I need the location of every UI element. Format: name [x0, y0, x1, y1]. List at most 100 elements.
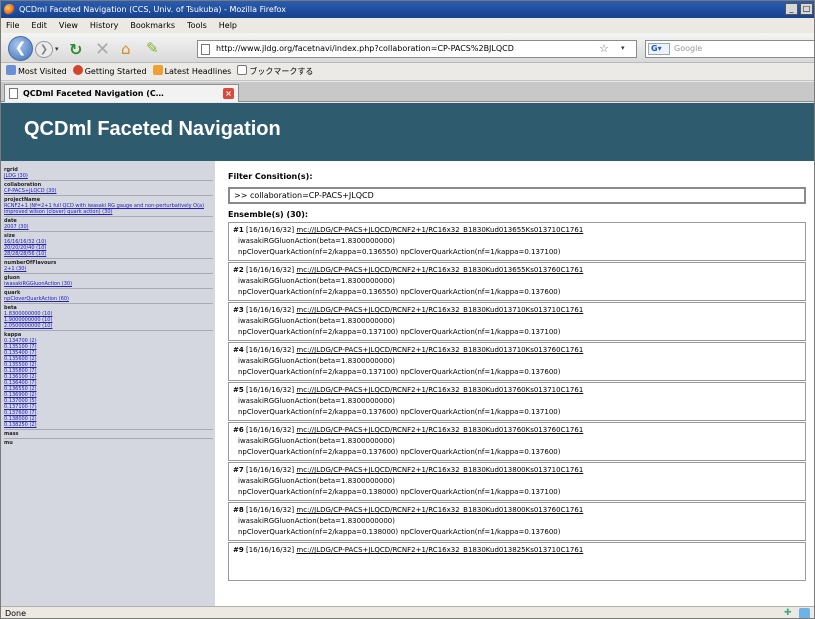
- bookmark-star-icon[interactable]: ☆: [599, 42, 609, 55]
- gluon-action: iwasakiRGGluonAction(beta=1.8300000000): [238, 237, 395, 245]
- ensemble-item: #6 [16/16/16/32] mc://JLDG/CP-PACS+JLQCD…: [228, 422, 806, 461]
- menu-file[interactable]: File: [6, 18, 19, 33]
- facet-name: mu: [4, 440, 13, 446]
- bookmark-most-visited[interactable]: Most Visited: [6, 63, 67, 80]
- ensemble-size: [16/16/16/32]: [245, 426, 295, 434]
- facet-value[interactable]: 28/28/28/56 (10): [4, 251, 213, 257]
- facet-date: date 2007 (30): [4, 218, 213, 230]
- most-visited-icon: [6, 65, 16, 75]
- bookmark-latest-headlines[interactable]: Latest Headlines: [152, 63, 231, 80]
- page-icon: [201, 44, 210, 55]
- page-content: QCDml Faceted Navigation rgrid JLDG (30) …: [1, 103, 814, 606]
- ensemble-item: #3 [16/16/16/32] mc://JLDG/CP-PACS+JLQCD…: [228, 302, 806, 341]
- quark-action: npCloverQuarkAction(nf=2/kappa=0.137100)…: [238, 328, 561, 336]
- results-panel: Filter Consition(s): >> collaboration=CP…: [225, 161, 814, 606]
- facet-value[interactable]: 2.0500000000 (10): [4, 323, 213, 329]
- ensemble-item: #4 [16/16/16/32] mc://JLDG/CP-PACS+JLQCD…: [228, 342, 806, 381]
- page-header: QCDml Faceted Navigation: [1, 103, 814, 161]
- bookmarks-toolbar: Most Visited Getting Started Latest Head…: [1, 63, 814, 81]
- search-box[interactable]: G▾ Google: [645, 40, 814, 58]
- home-icon[interactable]: ⌂: [121, 40, 131, 58]
- bookmark-this-page[interactable]: ブックマークする: [237, 63, 313, 80]
- ensemble-item: #8 [16/16/16/32] mc://JLDG/CP-PACS+JLQCD…: [228, 502, 806, 541]
- status-text: Done: [5, 609, 27, 618]
- ensemble-uri-link[interactable]: mc://JLDG/CP-PACS+JLQCD/RCNF2+1/RC16x32_…: [296, 306, 583, 314]
- ensemble-uri-link[interactable]: mc://JLDG/CP-PACS+JLQCD/RCNF2+1/RC16x32_…: [296, 466, 583, 474]
- gluon-action: iwasakiRGGluonAction(beta=1.8300000000): [238, 357, 395, 365]
- facet-value[interactable]: npCloverQuarkAction (60): [4, 296, 213, 302]
- facet-size: size 16/16/16/32 (10) 20/20/20/40 (10) 2…: [4, 233, 213, 257]
- gluon-action: iwasakiRGGluonAction(beta=1.8300000000): [238, 277, 395, 285]
- reload-icon[interactable]: ↻: [69, 40, 82, 59]
- navigation-toolbar: ❮ ❯ ▾ ↻ ✕ ⌂ ✎ http://www.jldg.org/facetn…: [1, 33, 814, 63]
- facet-value[interactable]: CP-PACS+JLQCD (30): [4, 188, 213, 194]
- addon-icon[interactable]: ✚: [784, 609, 794, 618]
- divider: [4, 273, 213, 274]
- menu-edit[interactable]: Edit: [31, 18, 47, 33]
- ensemble-number: #1: [233, 226, 244, 234]
- gluon-action: iwasakiRGGluonAction(beta=1.8300000000): [238, 517, 395, 525]
- ensemble-number: #9: [233, 546, 244, 554]
- facet-sidebar: rgrid JLDG (30) collaboration CP-PACS+JLQC…: [1, 161, 215, 606]
- search-placeholder: Google: [674, 44, 703, 53]
- menu-bookmarks[interactable]: Bookmarks: [130, 18, 175, 33]
- google-icon[interactable]: G▾: [648, 43, 670, 55]
- facet-beta: beta 1.8300000000 (10) 1.9000000000 (10)…: [4, 305, 213, 329]
- facet-value[interactable]: iwasakiRGGluonAction (30): [4, 281, 213, 287]
- url-bar[interactable]: http://www.jldg.org/facetnavi/index.php?…: [197, 40, 637, 58]
- browser-window: QCDml Faceted Navigation (CCS, Univ. of …: [0, 0, 815, 619]
- ensemble-uri-link[interactable]: mc://JLDG/CP-PACS+JLQCD/RCNF2+1/RC16x32_…: [296, 426, 583, 434]
- facet-collaboration: collaboration CP-PACS+JLQCD (30): [4, 182, 213, 194]
- window-controls: _ □: [785, 3, 813, 15]
- page-icon: [237, 65, 248, 75]
- divider: [4, 438, 213, 439]
- minimize-icon[interactable]: _: [785, 3, 798, 15]
- facet-value[interactable]: 0.138250 (2): [4, 422, 213, 428]
- history-dropdown-icon[interactable]: ▾: [55, 45, 59, 53]
- forward-button[interactable]: ❯: [35, 41, 53, 58]
- facet-name: mass: [4, 431, 19, 437]
- ensemble-number: #6: [233, 426, 244, 434]
- divider: [4, 330, 213, 331]
- ensemble-uri-link[interactable]: mc://JLDG/CP-PACS+JLQCD/RCNF2+1/RC16x32_…: [296, 386, 583, 394]
- filter-condition[interactable]: >> collaboration=CP-PACS+JLQCD: [228, 187, 806, 204]
- gluon-action: iwasakiRGGluonAction(beta=1.8300000000): [238, 317, 395, 325]
- ensemble-uri-link[interactable]: mc://JLDG/CP-PACS+JLQCD/RCNF2+1/RC16x32_…: [296, 226, 583, 234]
- ensemble-item: #5 [16/16/16/32] mc://JLDG/CP-PACS+JLQCD…: [228, 382, 806, 421]
- ensemble-size: [16/16/16/32]: [245, 346, 295, 354]
- maximize-icon[interactable]: □: [800, 3, 813, 15]
- tab-qcdml[interactable]: QCDml Faceted Navigation (C… ×: [4, 84, 239, 102]
- menu-view[interactable]: View: [59, 18, 78, 33]
- pen-icon[interactable]: ✎: [146, 39, 159, 57]
- firefox-icon: [4, 4, 15, 15]
- menu-history[interactable]: History: [90, 18, 118, 33]
- ensemble-item: #1 [16/16/16/32] mc://JLDG/CP-PACS+JLQCD…: [228, 222, 806, 261]
- ensemble-uri-link[interactable]: mc://JLDG/CP-PACS+JLQCD/RCNF2+1/RC16x32_…: [296, 546, 583, 554]
- facet-kappa: kappa 0.134700 (2) 0.135100 (7) 0.135400…: [4, 332, 213, 428]
- close-tab-icon[interactable]: ×: [223, 88, 234, 99]
- facet-value[interactable]: 2007 (30): [4, 224, 213, 230]
- ensemble-uri-link[interactable]: mc://JLDG/CP-PACS+JLQCD/RCNF2+1/RC16x32_…: [296, 506, 583, 514]
- tab-label: QCDml Faceted Navigation (C…: [23, 89, 164, 98]
- ensemble-number: #4: [233, 346, 244, 354]
- rss-icon: [152, 65, 163, 75]
- facet-value[interactable]: JLDG (30): [4, 173, 213, 179]
- facet-value[interactable]: 2+1 (30): [4, 266, 213, 272]
- menu-tools[interactable]: Tools: [187, 18, 207, 33]
- back-button[interactable]: ❮: [8, 36, 33, 61]
- window-title: QCDml Faceted Navigation (CCS, Univ. of …: [19, 5, 287, 14]
- ensemble-uri-link[interactable]: mc://JLDG/CP-PACS+JLQCD/RCNF2+1/RC16x32_…: [296, 346, 583, 354]
- ensemble-number: #7: [233, 466, 244, 474]
- bookmark-getting-started[interactable]: Getting Started: [72, 63, 147, 80]
- ensemble-uri-link[interactable]: mc://JLDG/CP-PACS+JLQCD/RCNF2+1/RC16x32_…: [296, 266, 583, 274]
- facet-value[interactable]: RCNF2+1 (Nf=2+1 full QCD with iwasaki RG…: [4, 203, 213, 215]
- sync-icon[interactable]: [799, 608, 810, 618]
- stop-icon[interactable]: ✕: [95, 39, 110, 60]
- ensembles-label: Ensemble(s) (30):: [228, 210, 309, 219]
- menu-help[interactable]: Help: [219, 18, 237, 33]
- facet-rgrid: rgrid JLDG (30): [4, 167, 213, 179]
- quark-action: npCloverQuarkAction(nf=2/kappa=0.136550)…: [238, 248, 561, 256]
- divider: [4, 429, 213, 430]
- url-dropdown-icon[interactable]: ▾: [621, 44, 625, 52]
- status-bar: Done ✚: [1, 606, 814, 618]
